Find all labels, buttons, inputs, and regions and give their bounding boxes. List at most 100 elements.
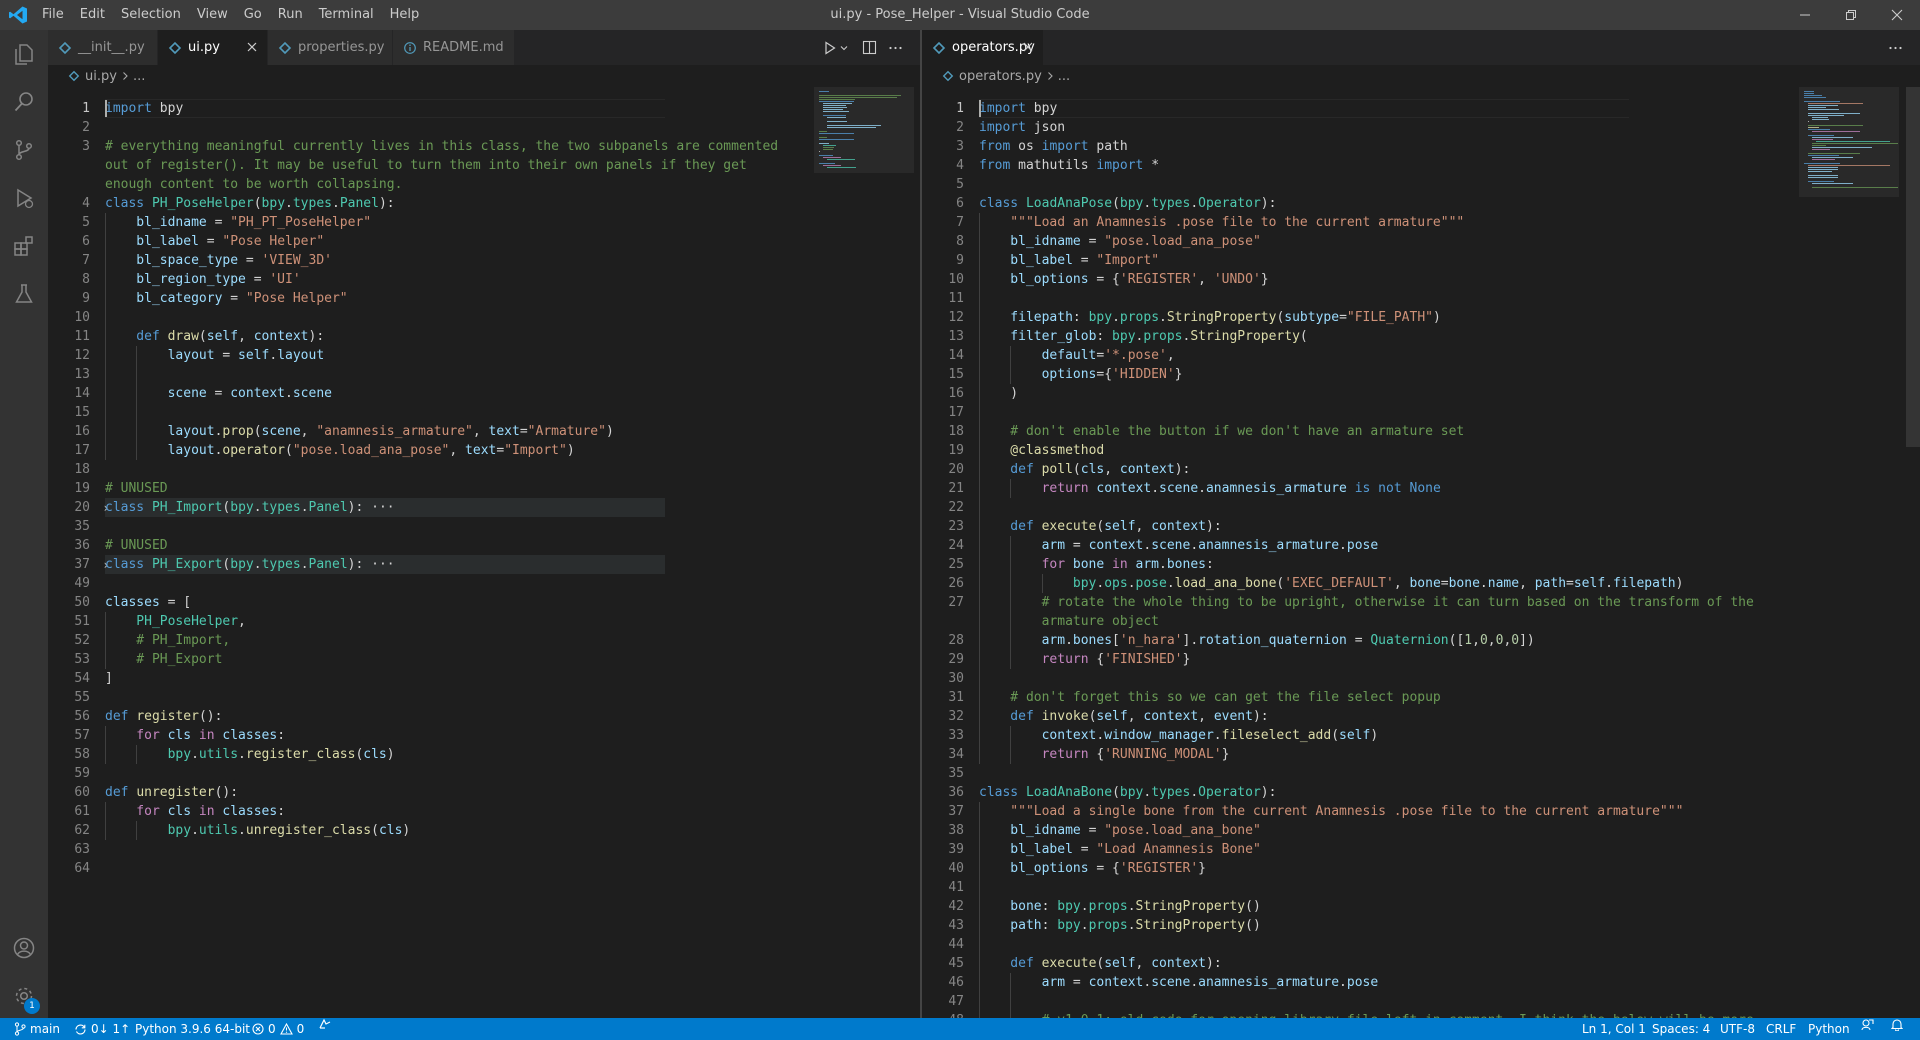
menu-help[interactable]: Help	[382, 0, 428, 30]
menu-selection[interactable]: Selection	[113, 0, 189, 30]
code-line[interactable]: 8 bl_region_type = 'UI'	[48, 270, 920, 289]
code-editor-right[interactable]: 1 import bpy 2 import json 3 from os import p…	[922, 87, 1920, 1018]
code-line[interactable]: 49	[48, 574, 920, 593]
code-line[interactable]: 19 # UNUSED	[48, 479, 920, 498]
code-line[interactable]: 32 def invoke(self, context, event):	[922, 707, 1920, 726]
code-line[interactable]: 20 class PH_Import(bpy.types.Panel): ···	[48, 498, 920, 517]
code-line[interactable]: 9 bl_category = "Pose Helper"	[48, 289, 920, 308]
menu-run[interactable]: Run	[270, 0, 311, 30]
menu-terminal[interactable]: Terminal	[311, 0, 382, 30]
code-line[interactable]: 9 bl_label = "Import"	[922, 251, 1920, 270]
code-line[interactable]: 10 bl_options = {'REGISTER', 'UNDO'}	[922, 270, 1920, 289]
code-line[interactable]: 33 context.window_manager.fileselect_add(…	[922, 726, 1920, 745]
code-line[interactable]: 29 return {'FINISHED'}	[922, 650, 1920, 669]
code-line[interactable]: 42 bone: bpy.props.StringProperty()	[922, 897, 1920, 916]
code-line[interactable]: 15 options={'HIDDEN'}	[922, 365, 1920, 384]
source-control-button[interactable]	[0, 126, 48, 174]
code-line[interactable]: 28 arm.bones['n_hara'].rotation_quaternio…	[922, 631, 1920, 650]
code-line[interactable]: 12 filepath: bpy.props.StringProperty(sub…	[922, 308, 1920, 327]
code-line[interactable]: 11 def draw(self, context):	[48, 327, 920, 346]
restore-button[interactable]	[1828, 0, 1874, 30]
code-line[interactable]: 56 def register():	[48, 707, 920, 726]
code-line[interactable]: 38 bl_idname = "pose.load_ana_bone"	[922, 821, 1920, 840]
code-line[interactable]: 5 bl_idname = "PH_PT_PoseHelper"	[48, 213, 920, 232]
code-line[interactable]: 61 for cls in classes:	[48, 802, 920, 821]
code-line[interactable]: 57 for cls in classes:	[48, 726, 920, 745]
menu-edit[interactable]: Edit	[72, 0, 113, 30]
code-line[interactable]: 50 classes = [	[48, 593, 920, 612]
vscode-logo-icon[interactable]	[8, 5, 28, 25]
code-line[interactable]: 6 bl_label = "Pose Helper"	[48, 232, 920, 251]
code-line[interactable]: armature object	[922, 612, 1920, 631]
sync-item[interactable]: 0↓ 1↑	[74, 1018, 130, 1040]
code-line[interactable]: 36 class LoadAnaBone(bpy.types.Operator):	[922, 783, 1920, 802]
code-line[interactable]: 5	[922, 175, 1920, 194]
language-mode-item[interactable]: Python	[1808, 1018, 1850, 1040]
tab-init-py[interactable]: __init__.py	[48, 30, 158, 65]
code-line[interactable]: 1 import bpy	[922, 99, 1920, 118]
code-line[interactable]: 47	[922, 992, 1920, 1011]
code-line[interactable]: 3 from os import path	[922, 137, 1920, 156]
close-icon[interactable]	[245, 40, 259, 54]
extensions-button[interactable]	[0, 222, 48, 270]
run-debug-button[interactable]	[0, 174, 48, 222]
code-line[interactable]: 4 class PH_PoseHelper(bpy.types.Panel):	[48, 194, 920, 213]
code-line[interactable]: 25 for bone in arm.bones:	[922, 555, 1920, 574]
code-line[interactable]: 19 @classmethod	[922, 441, 1920, 460]
code-line[interactable]: 13 filter_glob: bpy.props.StringProperty(	[922, 327, 1920, 346]
python-interpreter-item[interactable]: Python 3.9.6 64-bit	[135, 1018, 250, 1040]
code-line[interactable]: 55	[48, 688, 920, 707]
code-line[interactable]: 4 from mathutils import *	[922, 156, 1920, 175]
code-line[interactable]: 24 arm = context.scene.anamnesis_armature…	[922, 536, 1920, 555]
code-line[interactable]: 58 bpy.utils.register_class(cls)	[48, 745, 920, 764]
code-line[interactable]: 15	[48, 403, 920, 422]
code-line[interactable]: 14 default='*.pose',	[922, 346, 1920, 365]
breadcrumb-file[interactable]: operators.py	[959, 69, 1042, 84]
minimap-left[interactable]	[814, 87, 914, 1018]
close-window-button[interactable]	[1874, 0, 1920, 30]
feedback-item[interactable]	[1861, 1018, 1874, 1031]
code-line[interactable]: 41	[922, 878, 1920, 897]
manage-button[interactable]: 1	[0, 972, 48, 1020]
split-editor-button[interactable]	[862, 40, 878, 56]
code-line[interactable]: 48 # v1.0.1: old code for opening library…	[922, 1011, 1920, 1018]
code-line[interactable]: 43 path: bpy.props.StringProperty()	[922, 916, 1920, 935]
code-line[interactable]: 3 # everything meaningful currently lives…	[48, 137, 920, 156]
code-line[interactable]: 51 PH_PoseHelper,	[48, 612, 920, 631]
code-line[interactable]: 36 # UNUSED	[48, 536, 920, 555]
explorer-button[interactable]	[0, 30, 48, 78]
code-line[interactable]: 40 bl_options = {'REGISTER'}	[922, 859, 1920, 878]
tab-ui-py[interactable]: ui.py	[158, 30, 268, 65]
vertical-scrollbar[interactable]	[1906, 87, 1920, 1018]
code-line[interactable]: 54]	[48, 669, 920, 688]
code-line[interactable]: 14 scene = context.scene	[48, 384, 920, 403]
code-line[interactable]: 52 # PH_Import,	[48, 631, 920, 650]
scrollbar-thumb[interactable]	[1906, 87, 1920, 447]
code-line[interactable]: 62 bpy.utils.unregister_class(cls)	[48, 821, 920, 840]
code-line[interactable]: 13	[48, 365, 920, 384]
code-line[interactable]: 26 bpy.ops.pose.load_ana_bone('EXEC_DEFAU…	[922, 574, 1920, 593]
code-line[interactable]: 6 class LoadAnaPose(bpy.types.Operator):	[922, 194, 1920, 213]
code-line[interactable]: 17 layout.operator("pose.load_ana_pose", …	[48, 441, 920, 460]
code-line[interactable]: 1 import bpy	[48, 99, 920, 118]
cursor-position-item[interactable]: Ln 1, Col 1	[1582, 1018, 1646, 1040]
code-line[interactable]: 8 bl_idname = "pose.load_ana_pose"	[922, 232, 1920, 251]
code-line[interactable]: 34 return {'RUNNING_MODAL'}	[922, 745, 1920, 764]
breadcrumb-file[interactable]: ui.py	[85, 69, 117, 84]
code-line[interactable]: 37 class PH_Export(bpy.types.Panel): ···	[48, 555, 920, 574]
code-line[interactable]: 18 # don't enable the button if we don't …	[922, 422, 1920, 441]
testing-button[interactable]	[0, 270, 48, 318]
code-line[interactable]: 37 """Load a single bone from the current…	[922, 802, 1920, 821]
menu-go[interactable]: Go	[236, 0, 270, 30]
code-line[interactable]: 45 def execute(self, context):	[922, 954, 1920, 973]
code-editor-left[interactable]: 1 import bpy 2 3 # everything meaningful cur…	[48, 87, 920, 1018]
git-branch-item[interactable]: main	[14, 1018, 60, 1040]
code-line[interactable]: 35	[922, 764, 1920, 783]
minimize-button[interactable]	[1782, 0, 1828, 30]
encoding-item[interactable]: UTF-8	[1720, 1018, 1755, 1040]
code-line[interactable]: 23 def execute(self, context):	[922, 517, 1920, 536]
code-line[interactable]: 18	[48, 460, 920, 479]
code-line[interactable]: 46 arm = context.scene.anamnesis_armature…	[922, 973, 1920, 992]
code-line[interactable]: 17	[922, 403, 1920, 422]
tab-readme-md[interactable]: README.md	[393, 30, 515, 65]
